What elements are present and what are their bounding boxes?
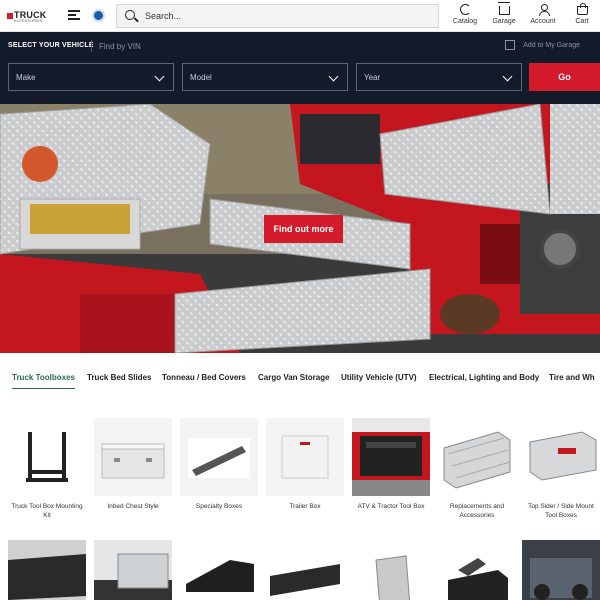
product-card[interactable]: Specialty Boxes: [180, 418, 258, 511]
nav-account[interactable]: Account: [525, 4, 561, 25]
chevron-down-icon: [154, 71, 165, 82]
product-image[interactable]: [352, 418, 430, 496]
nav-catalog[interactable]: Catalog: [447, 4, 483, 25]
site-header: TRUCK ACCESSORIES Catalog Garage Account…: [0, 0, 600, 32]
product-card[interactable]: [522, 540, 600, 600]
nav-garage[interactable]: Garage: [486, 2, 522, 25]
product-image[interactable]: [180, 418, 258, 496]
product-card[interactable]: Truck Tool Box Mounting Kit: [8, 418, 86, 520]
product-card[interactable]: [438, 540, 516, 600]
tab-tonneau-bed-covers[interactable]: Tonneau / Bed Covers: [162, 373, 246, 388]
vehicle-selector: SELECT YOUR VEHICLE Find by VIN Add to M…: [0, 32, 600, 104]
tab-truck-bed-slides[interactable]: Truck Bed Slides: [87, 373, 151, 388]
product-card[interactable]: [8, 540, 86, 600]
cabinet-box-icon: [352, 540, 430, 600]
product-card[interactable]: [180, 540, 258, 600]
product-card[interactable]: [266, 540, 344, 600]
logo-subtext: ACCESSORIES: [14, 19, 43, 23]
add-to-garage-checkbox[interactable]: [505, 40, 516, 50]
trailer-box-icon: [281, 435, 329, 479]
model-select[interactable]: Model: [182, 63, 348, 91]
drawer-system-icon: [522, 540, 600, 600]
specialty-box-icon: [188, 438, 250, 478]
nav-catalog-label: Catalog: [452, 18, 478, 25]
garage-icon: [497, 2, 510, 15]
logo-mark-icon: [7, 13, 13, 19]
search-icon[interactable]: [125, 10, 135, 20]
product-label[interactable]: Replacements and Accessories: [438, 502, 516, 520]
product-image[interactable]: [266, 540, 344, 600]
find-by-vin-link[interactable]: Find by VIN: [99, 42, 141, 51]
tab-tire-and-wheel[interactable]: Tire and Wh: [549, 373, 595, 388]
search-input[interactable]: [145, 8, 425, 24]
add-to-garage-toggle[interactable]: Add to My Garage: [505, 40, 580, 50]
year-select[interactable]: Year: [356, 63, 522, 91]
chest-box-icon: [101, 443, 165, 479]
product-card[interactable]: Top Sider / Side Mount Tool Boxes: [522, 418, 600, 520]
product-card[interactable]: [352, 540, 430, 600]
chevron-down-icon: [328, 71, 339, 82]
account-icon: [538, 4, 550, 16]
product-label[interactable]: Top Sider / Side Mount Tool Boxes: [522, 502, 600, 520]
nav-garage-label: Garage: [492, 18, 516, 25]
product-image[interactable]: [352, 540, 430, 600]
year-select-value: Year: [364, 73, 381, 82]
product-image[interactable]: [180, 540, 258, 600]
vehicle-selector-title: SELECT YOUR VEHICLE: [8, 42, 94, 49]
black-crossover-icon: [266, 540, 344, 600]
hero-banner: Find out more: [0, 104, 600, 353]
divider: [91, 40, 92, 52]
product-grid: Truck Tool Box Mounting Kit Inbed Chest …: [0, 418, 600, 600]
product-image[interactable]: [266, 418, 344, 496]
product-card[interactable]: Trailer Box: [266, 418, 344, 511]
nav-cart-label: Cart: [575, 18, 589, 25]
mounting-kit-icon: [8, 418, 86, 496]
product-image[interactable]: [8, 540, 86, 600]
make-select-value: Make: [16, 73, 36, 82]
product-label[interactable]: Trailer Box: [266, 502, 344, 511]
nav-cart[interactable]: Cart: [564, 3, 600, 25]
product-image[interactable]: [94, 418, 172, 496]
go-button[interactable]: Go: [529, 63, 600, 91]
product-image[interactable]: [522, 540, 600, 600]
find-out-more-button[interactable]: Find out more: [264, 215, 343, 243]
brand-badge-icon[interactable]: [92, 9, 105, 22]
site-logo[interactable]: TRUCK ACCESSORIES: [7, 8, 51, 24]
tab-truck-toolboxes[interactable]: Truck Toolboxes: [12, 373, 75, 389]
nav-account-label: Account: [530, 18, 556, 25]
product-label[interactable]: Specialty Boxes: [180, 502, 258, 511]
product-label[interactable]: Inbed Chest Style: [94, 502, 172, 511]
category-tabs: Truck Toolboxes Truck Bed Slides Tonneau…: [0, 373, 600, 395]
product-label[interactable]: ATV & Tractor Tool Box: [352, 502, 430, 511]
atv-tool-box-icon: [352, 418, 430, 496]
product-image[interactable]: [94, 540, 172, 600]
search-bar[interactable]: [116, 4, 439, 28]
product-label[interactable]: Truck Tool Box Mounting Kit: [8, 502, 86, 520]
underbody-box-icon: [94, 540, 172, 600]
product-image[interactable]: [438, 418, 516, 496]
product-card[interactable]: [94, 540, 172, 600]
cart-icon: [576, 3, 588, 15]
wedge-box-icon: [180, 540, 258, 600]
tab-utility-vehicle[interactable]: Utility Vehicle (UTV): [341, 373, 417, 388]
chest-open-icon: [438, 540, 516, 600]
top-sider-box-icon: [522, 418, 600, 496]
product-image[interactable]: [522, 418, 600, 496]
catalog-icon: [459, 4, 471, 15]
product-card[interactable]: ATV & Tractor Tool Box: [352, 418, 430, 511]
product-card[interactable]: Replacements and Accessories: [438, 418, 516, 520]
tab-cargo-van-storage[interactable]: Cargo Van Storage: [258, 373, 330, 388]
menu-icon[interactable]: [68, 10, 80, 20]
add-to-garage-label: Add to My Garage: [523, 41, 580, 49]
product-card[interactable]: Inbed Chest Style: [94, 418, 172, 511]
product-image[interactable]: [8, 418, 86, 496]
tab-electrical-lighting-body[interactable]: Electrical, Lighting and Body: [429, 373, 539, 388]
crossover-box-icon: [8, 540, 86, 600]
model-select-value: Model: [190, 73, 212, 82]
product-image[interactable]: [438, 540, 516, 600]
make-select[interactable]: Make: [8, 63, 174, 91]
replacement-parts-icon: [438, 418, 516, 496]
chevron-down-icon: [502, 71, 513, 82]
